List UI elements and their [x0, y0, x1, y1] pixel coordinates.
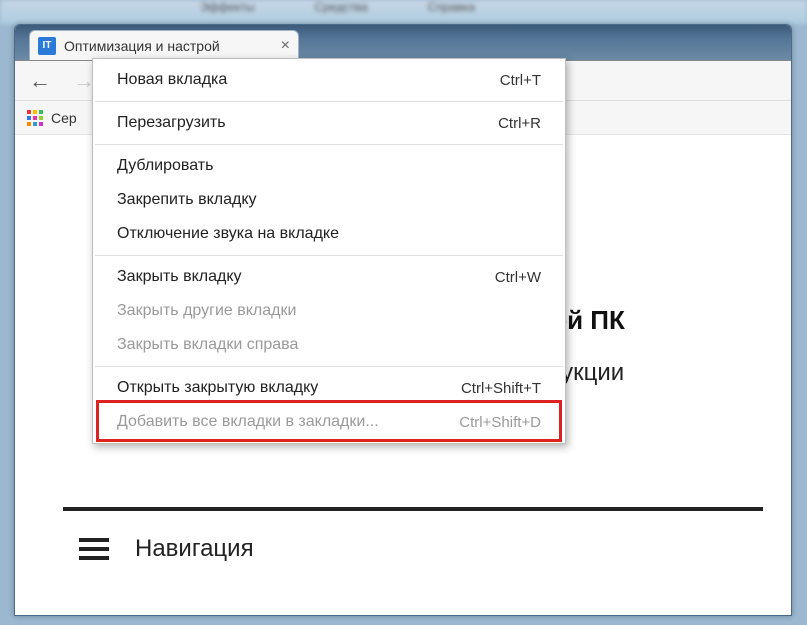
menu-item-shortcut: Ctrl+R: [498, 115, 541, 132]
favicon-icon: IT: [38, 37, 56, 55]
menu-item-label: Открыть закрытую вкладку: [117, 379, 461, 397]
menu-separator: [95, 255, 563, 256]
menu-item-label: Добавить все вкладки в закладки...: [117, 413, 459, 431]
content-divider: [63, 507, 763, 511]
menu-item-shortcut: Ctrl+T: [500, 72, 541, 89]
menu-item-8[interactable]: Открыть закрытую вкладкуCtrl+Shift+T: [93, 371, 565, 405]
navigation-row: Навигация: [79, 535, 254, 563]
menu-item-label: Дублировать: [117, 157, 541, 175]
menu-item-6: Закрыть другие вкладки: [93, 294, 565, 328]
menu-item-shortcut: Ctrl+Shift+D: [459, 414, 541, 431]
tab-close-icon[interactable]: ×: [281, 37, 290, 55]
menu-item-label: Закрыть другие вкладки: [117, 302, 541, 320]
menu-item-9: Добавить все вкладки в закладки...Ctrl+S…: [93, 405, 565, 439]
tab-title: Оптимизация и настрой: [64, 38, 220, 54]
menu-item-label: Перезагрузить: [117, 114, 498, 132]
hamburger-icon[interactable]: [79, 538, 109, 560]
menu-item-0[interactable]: Новая вкладкаCtrl+T: [93, 63, 565, 97]
menu-item-label: Закрыть вкладки справа: [117, 336, 541, 354]
menu-item-shortcut: Ctrl+W: [495, 269, 541, 286]
tab-strip: IT Оптимизация и настрой ×: [15, 25, 791, 61]
menu-item-3[interactable]: Закрепить вкладку: [93, 183, 565, 217]
tab-context-menu: Новая вкладкаCtrl+T ПерезагрузитьCtrl+R Ду…: [92, 58, 566, 444]
bookmark-apps-label[interactable]: Сер: [51, 110, 77, 126]
menu-item-label: Отключение звука на вкладке: [117, 225, 541, 243]
menu-item-shortcut: Ctrl+Shift+T: [461, 380, 541, 397]
menu-item-1[interactable]: ПерезагрузитьCtrl+R: [93, 106, 565, 140]
menu-item-5[interactable]: Закрыть вкладкуCtrl+W: [93, 260, 565, 294]
menu-item-label: Закрепить вкладку: [117, 191, 541, 209]
menu-item-7: Закрыть вкладки справа: [93, 328, 565, 362]
background-menu-words: Эффекты Средства Справка: [0, 0, 807, 22]
menu-item-label: Закрыть вкладку: [117, 268, 495, 286]
menu-separator: [95, 366, 563, 367]
back-button[interactable]: ←: [23, 68, 57, 94]
apps-grid-icon[interactable]: [27, 110, 43, 126]
navigation-label: Навигация: [135, 535, 254, 563]
menu-item-4[interactable]: Отключение звука на вкладке: [93, 217, 565, 251]
menu-separator: [95, 144, 563, 145]
menu-item-2[interactable]: Дублировать: [93, 149, 565, 183]
menu-separator: [95, 101, 563, 102]
browser-tab[interactable]: IT Оптимизация и настрой ×: [29, 30, 299, 60]
menu-item-label: Новая вкладка: [117, 71, 500, 89]
